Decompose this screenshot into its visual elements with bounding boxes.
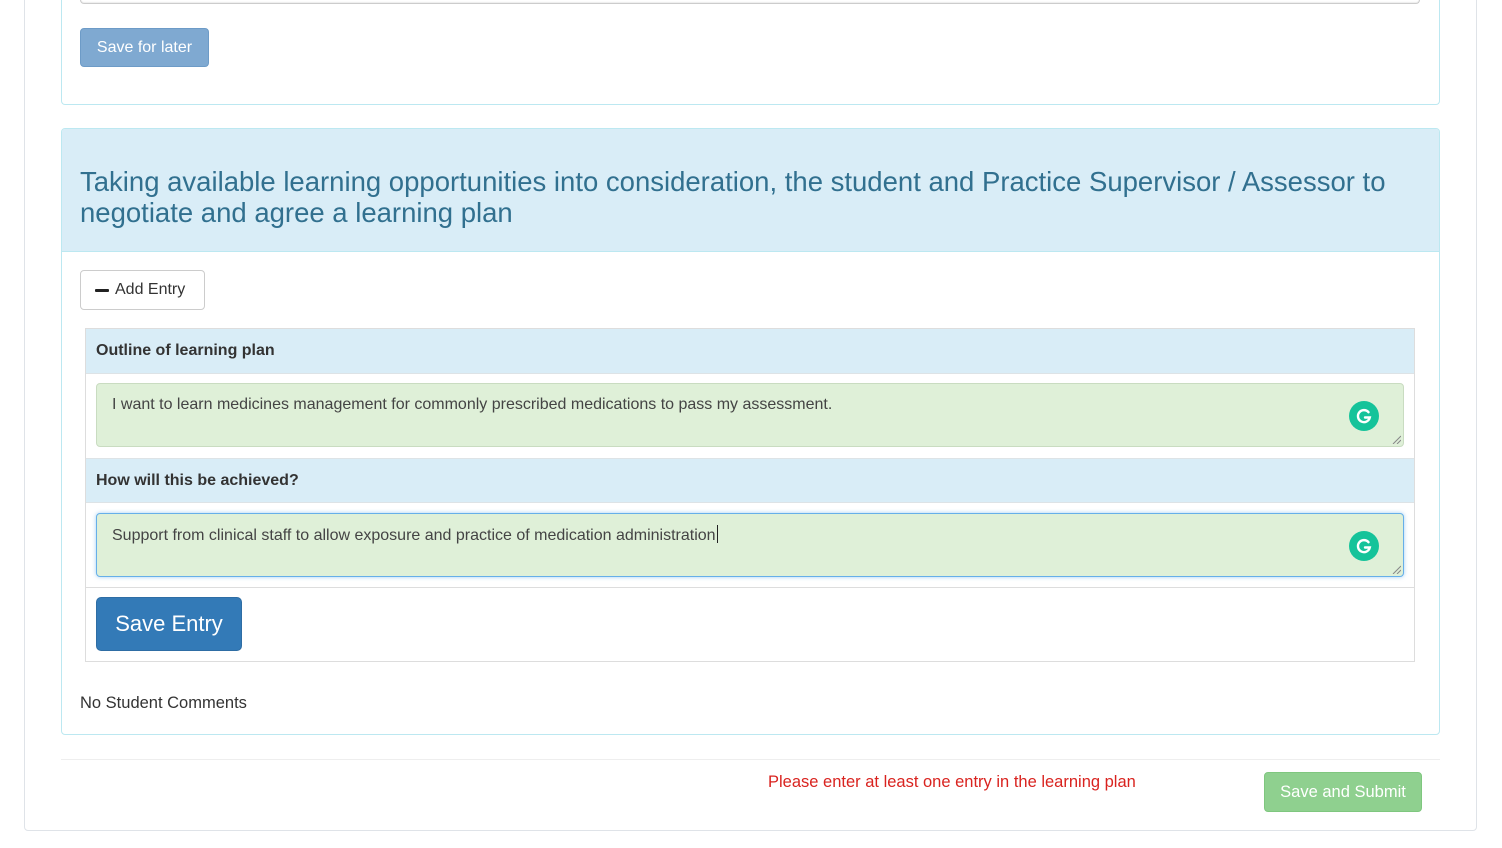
minus-icon bbox=[95, 288, 109, 292]
how-achieved-text: Support from clinical staff to allow exp… bbox=[112, 527, 716, 544]
outline-text: I want to learn medicines management for… bbox=[112, 396, 833, 413]
student-comments-text: No Student Comments bbox=[80, 694, 247, 712]
previous-section-panel bbox=[61, 0, 1440, 105]
add-entry-label: Add Entry bbox=[115, 281, 186, 298]
save-and-submit-button[interactable]: Save and Submit bbox=[1264, 772, 1422, 812]
save-entry-button[interactable]: Save Entry bbox=[96, 597, 242, 651]
add-entry-button[interactable]: Add Entry bbox=[80, 270, 205, 310]
outline-textarea[interactable]: I want to learn medicines management for… bbox=[96, 383, 1404, 447]
outline-label: Outline of learning plan bbox=[86, 329, 1414, 374]
resize-handle-icon[interactable] bbox=[1391, 434, 1401, 444]
footer-divider bbox=[61, 759, 1440, 760]
learning-plan-title: Taking available learning opportunities … bbox=[80, 166, 1386, 228]
resize-handle-icon[interactable] bbox=[1391, 564, 1401, 574]
learning-plan-heading: Taking available learning opportunities … bbox=[62, 129, 1439, 252]
learning-plan-entry: Outline of learning plan I want to learn… bbox=[85, 328, 1415, 662]
previous-textarea-edge[interactable] bbox=[80, 0, 1420, 4]
grammarly-icon[interactable] bbox=[1349, 401, 1379, 431]
save-for-later-button[interactable]: Save for later bbox=[80, 28, 209, 67]
text-cursor bbox=[716, 525, 718, 543]
how-achieved-textarea[interactable]: Support from clinical staff to allow exp… bbox=[96, 513, 1404, 577]
grammarly-icon[interactable] bbox=[1349, 531, 1379, 561]
validation-error-message: Please enter at least one entry in the l… bbox=[768, 773, 1136, 791]
how-achieved-label: How will this be achieved? bbox=[86, 458, 1414, 503]
entry-divider bbox=[86, 587, 1414, 588]
